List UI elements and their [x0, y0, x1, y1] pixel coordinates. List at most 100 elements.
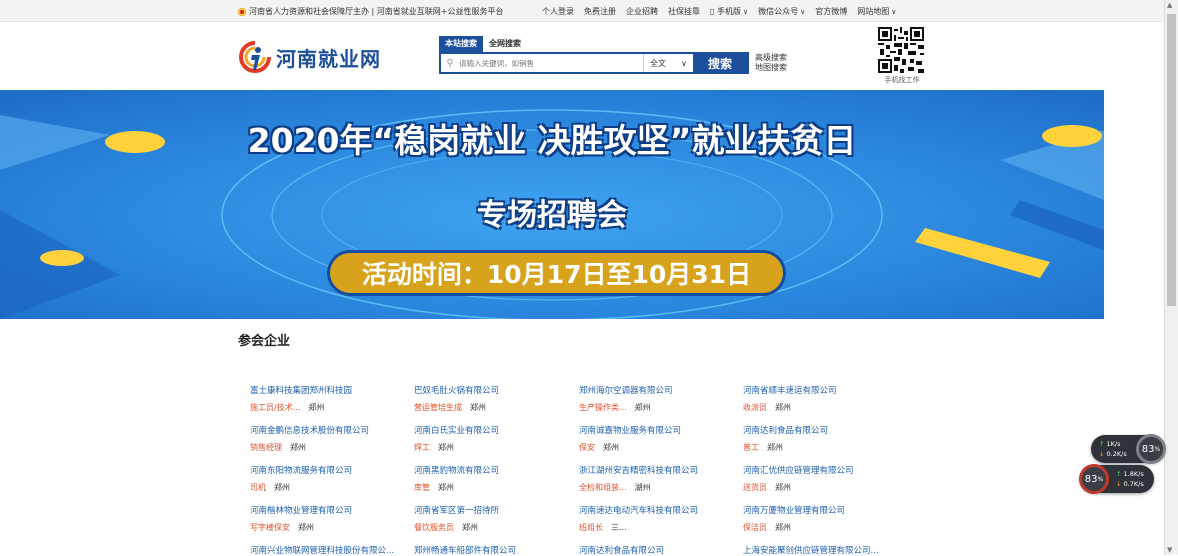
link-wechat[interactable]: 微信公众号: [758, 6, 805, 17]
job-position[interactable]: 施工员/技术...: [250, 403, 300, 412]
search-scope-select[interactable]: 全文 ∨: [643, 54, 693, 72]
job-line: 焊工 郑州: [414, 442, 579, 453]
link-personal-login[interactable]: 个人登录: [542, 6, 574, 17]
company-card[interactable]: 巴奴毛肚火锅有限公司 营运管培生成 郑州: [414, 384, 579, 413]
banner-title: 2020年“稳岗就业 决胜攻坚”就业扶贫日: [247, 121, 857, 160]
link-social-security[interactable]: 社保挂靠: [668, 6, 700, 17]
job-position[interactable]: 保安: [579, 443, 595, 452]
job-position[interactable]: 销售经理: [250, 443, 282, 452]
company-name[interactable]: 河南东阳物流服务有限公司: [250, 464, 415, 476]
company-name[interactable]: 河南黑豹物流有限公司: [414, 464, 579, 476]
company-card[interactable]: 河南省军区第一招待所 餐饮服务员 郑州: [414, 504, 579, 533]
company-card[interactable]: 河南诚嘉物业服务有限公司 保安 郑州: [579, 424, 744, 453]
banner-subtitle: 专场招聘会: [477, 198, 627, 233]
network-speed-widget-1[interactable]: ↑ 1K/s ↓ 0.2K/s 83%: [1091, 434, 1166, 464]
link-free-register[interactable]: 免费注册: [584, 6, 616, 17]
search-icon: ⚲: [446, 57, 454, 69]
company-card[interactable]: 河南速达电动汽车科技有限公司 班组长 三...: [579, 504, 744, 533]
job-position[interactable]: 生产操作类...: [579, 403, 627, 412]
company-card[interactable]: 河南白氏实业有限公司 焊工 郑州: [414, 424, 579, 453]
company-name[interactable]: 浙江湖州安吉精密科技有限公司: [579, 464, 744, 476]
company-name[interactable]: 富士康科技集团郑州科技园: [250, 384, 415, 396]
job-city: 郑州: [438, 483, 454, 492]
company-name[interactable]: 河南白氏实业有限公司: [414, 424, 579, 436]
job-position[interactable]: 班组长: [579, 523, 603, 532]
company-name[interactable]: 巴奴毛肚火锅有限公司: [414, 384, 579, 396]
extra-search-links: 高级搜索 地图搜索: [755, 53, 787, 73]
sponsor-info: 河南省人力资源和社会保障厅主办 | 河南省就业互联网+公益性服务平台: [238, 6, 503, 17]
company-name[interactable]: 河南汇优供应链管理有限公司: [743, 464, 908, 476]
company-card[interactable]: 河南万厦物业管理有限公司 保洁员 郑州: [743, 504, 908, 533]
sponsor-text: 河南省人力资源和社会保障厅主办 | 河南省就业互联网+公益性服务平台: [249, 7, 504, 16]
search-input[interactable]: [459, 54, 643, 72]
download-arrow-icon: ↓: [1116, 480, 1122, 488]
tab-web-search[interactable]: 全网搜索: [483, 36, 527, 52]
link-sitemap[interactable]: 网站地图: [857, 6, 896, 17]
job-position[interactable]: 库管: [414, 483, 430, 492]
company-card[interactable]: 河南楷林物业管理有限公司 写字楼保安 郑州: [250, 504, 415, 533]
job-position[interactable]: 保洁员: [743, 523, 767, 532]
job-position[interactable]: 司机: [250, 483, 266, 492]
link-mobile-version[interactable]: ▯ 手机版: [710, 6, 748, 17]
company-card[interactable]: 河南东阳物流服务有限公司 司机 郑州: [250, 464, 415, 493]
company-name[interactable]: 郑州畅通车船部件有限公司: [414, 544, 579, 556]
job-line: 销售经理 郑州: [250, 442, 415, 453]
job-line: 全检和组装... 湖州: [579, 482, 744, 493]
job-position[interactable]: 焊工: [414, 443, 430, 452]
company-card[interactable]: 郑州海尔空调器有限公司 生产操作类... 郑州: [579, 384, 744, 413]
company-name[interactable]: 河南兴业物联网管理科技股份有限公...: [250, 544, 415, 556]
company-name[interactable]: 河南万厦物业管理有限公司: [743, 504, 908, 516]
page-scrollbar[interactable]: ▲ ▼: [1164, 0, 1178, 555]
company-name[interactable]: 河南达利食品有限公司: [579, 544, 744, 556]
job-position[interactable]: 全检和组装...: [579, 483, 627, 492]
usage-gauge-2: 83%: [1079, 464, 1109, 494]
company-name[interactable]: 上海安能聚创供应链管理有限公司...: [743, 544, 908, 556]
company-name[interactable]: 河南速达电动汽车科技有限公司: [579, 504, 744, 516]
map-search-link[interactable]: 地图搜索: [755, 63, 787, 73]
company-card[interactable]: 富士康科技集团郑州科技园 施工员/技术... 郑州: [250, 384, 415, 413]
company-name[interactable]: 郑州海尔空调器有限公司: [579, 384, 744, 396]
company-card[interactable]: 上海安能聚创供应链管理有限公司...: [743, 544, 908, 556]
company-card[interactable]: 河南黑豹物流有限公司 库管 郑州: [414, 464, 579, 493]
scroll-up-arrow-icon[interactable]: ▲: [1167, 1, 1172, 9]
job-line: 司机 郑州: [250, 482, 415, 493]
link-weibo[interactable]: 官方微博: [815, 6, 847, 17]
mobile-version-label: 手机版: [717, 7, 748, 16]
company-card[interactable]: 河南金鹏信息技术股份有限公司 销售经理 郑州: [250, 424, 415, 453]
job-position[interactable]: 普工: [743, 443, 759, 452]
section-title: 参会企业: [238, 334, 291, 349]
job-position[interactable]: 收派员: [743, 403, 767, 412]
job-position[interactable]: 餐饮服务员: [414, 523, 454, 532]
company-name[interactable]: 河南楷林物业管理有限公司: [250, 504, 415, 516]
search-box: ⚲ 全文 ∨ 搜索: [439, 52, 749, 74]
company-name[interactable]: 河南诚嘉物业服务有限公司: [579, 424, 744, 436]
company-card[interactable]: 河南汇优供应链管理有限公司 送货员 郑州: [743, 464, 908, 493]
company-name[interactable]: 河南达利食品有限公司: [743, 424, 908, 436]
search-button[interactable]: 搜索: [693, 54, 747, 72]
company-card[interactable]: 浙江湖州安吉精密科技有限公司 全检和组装... 湖州: [579, 464, 744, 493]
company-card[interactable]: 河南达利食品有限公司: [579, 544, 744, 556]
job-line: 送货员 郑州: [743, 482, 908, 493]
company-card[interactable]: 河南兴业物联网管理科技股份有限公...: [250, 544, 415, 556]
tab-site-search[interactable]: 本站搜索: [439, 36, 483, 52]
download-speed: 0.2K/s: [1106, 450, 1127, 458]
scroll-down-arrow-icon[interactable]: ▼: [1167, 546, 1172, 554]
download-arrow-icon: ↓: [1099, 450, 1105, 458]
job-position[interactable]: 写字楼保安: [250, 523, 290, 532]
network-speed-widget-2[interactable]: 83% ↑ 1.8K/s ↓ 0.7K/s: [1079, 464, 1154, 494]
link-enterprise-recruit[interactable]: 企业招聘: [626, 6, 658, 17]
site-logo[interactable]: 河南就业网: [238, 40, 381, 74]
company-name[interactable]: 河南省军区第一招待所: [414, 504, 579, 516]
scrollbar-thumb[interactable]: [1167, 14, 1176, 306]
company-name[interactable]: 河南省顺丰速运有限公司: [743, 384, 908, 396]
company-card[interactable]: 河南省顺丰速运有限公司 收派员 郑州: [743, 384, 908, 413]
event-banner[interactable]: 2020年“稳岗就业 决胜攻坚”就业扶贫日 专场招聘会 活动时间：10月17日至…: [0, 90, 1104, 319]
job-city: 三...: [611, 523, 627, 532]
company-card[interactable]: 河南达利食品有限公司 普工 郑州: [743, 424, 908, 453]
job-position[interactable]: 送货员: [743, 483, 767, 492]
company-card[interactable]: 郑州畅通车船部件有限公司: [414, 544, 579, 556]
company-name[interactable]: 河南金鹏信息技术股份有限公司: [250, 424, 415, 436]
upload-speed: 1.8K/s: [1123, 470, 1144, 478]
job-position[interactable]: 营运管培生成: [414, 403, 462, 412]
advanced-search-link[interactable]: 高级搜索: [755, 53, 787, 63]
